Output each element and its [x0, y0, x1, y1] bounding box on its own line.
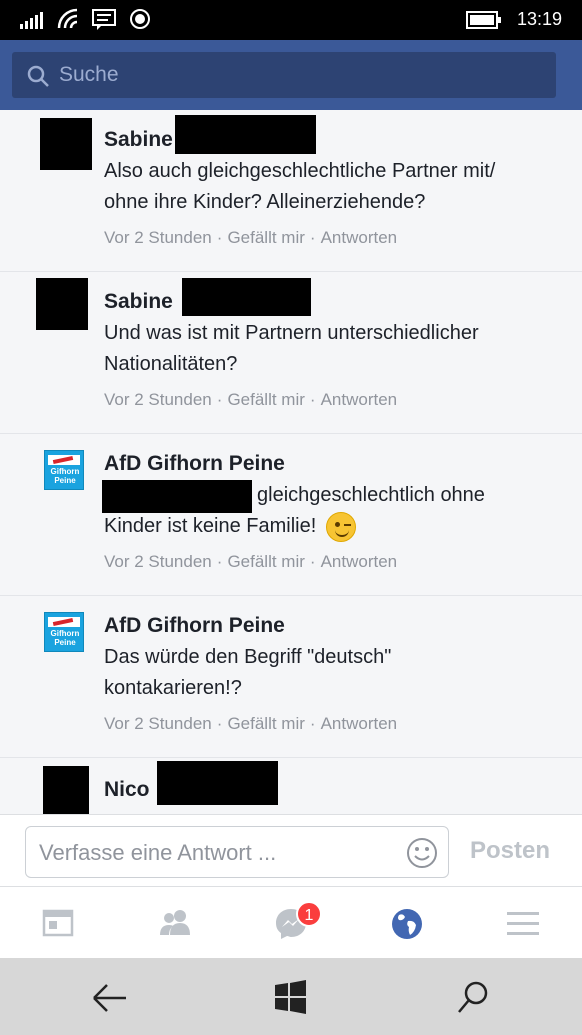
comment-meta: Vor 2 Stunden · Gefällt mir · Antworten — [104, 552, 398, 572]
windows-logo-icon — [275, 980, 306, 1014]
reply-link[interactable]: Antworten — [321, 552, 398, 572]
comment-text-line: Das würde den Begriff "deutsch" — [104, 646, 392, 668]
search-icon — [458, 981, 488, 1013]
avatar-afd-logo[interactable]: Gifhorn Peine — [44, 450, 84, 490]
smiley-icon[interactable] — [406, 837, 438, 869]
back-arrow-icon — [93, 984, 126, 1012]
back-button[interactable] — [80, 976, 140, 1020]
clock: 13:19 — [516, 9, 562, 29]
like-link[interactable]: Gefällt mir — [227, 228, 304, 248]
avatar-afd-logo[interactable]: Gifhorn Peine — [44, 612, 84, 652]
redacted-surname — [157, 761, 278, 805]
redacted-surname — [175, 115, 316, 154]
comment-meta: Vor 2 Stunden · Gefällt mir · Antworten — [104, 390, 398, 410]
post-button[interactable]: Posten — [470, 837, 550, 865]
comment-time[interactable]: Vor 2 Stunden — [104, 552, 212, 572]
comment: Sabine Und was ist mit Partnern untersch… — [0, 272, 582, 434]
tab-notifications[interactable] — [348, 887, 464, 959]
comment-text-line-wrap: Kinder ist keine Familie! — [104, 511, 564, 542]
battery-icon — [466, 11, 501, 29]
afd-logo-text: Gifhorn Peine — [50, 629, 80, 647]
comment: Gifhorn Peine AfD Gifhorn Peine Das würde… — [0, 596, 582, 758]
like-link[interactable]: Gefällt mir — [227, 714, 304, 734]
like-link[interactable]: Gefällt mir — [227, 552, 304, 572]
comment: Gifhorn Peine AfD Gifhorn Peine gleichges… — [0, 434, 582, 596]
comment-author[interactable]: Sabine — [104, 128, 173, 152]
redacted-surname — [182, 278, 311, 316]
reply-link[interactable]: Antworten — [321, 228, 398, 248]
like-link[interactable]: Gefällt mir — [227, 390, 304, 410]
reply-link[interactable]: Antworten — [321, 390, 398, 410]
comment-time[interactable]: Vor 2 Stunden — [104, 714, 212, 734]
reply-input[interactable]: Verfasse eine Antwort ... — [25, 826, 449, 878]
search-icon — [27, 65, 49, 87]
tab-menu[interactable] — [464, 887, 580, 959]
comment-list[interactable]: Sabine Also auch gleichgeschlechtliche P… — [0, 110, 582, 814]
signal-icon — [20, 12, 43, 29]
comment-time[interactable]: Vor 2 Stunden — [104, 390, 212, 410]
reply-placeholder: Verfasse eine Antwort ... — [39, 840, 277, 865]
reply-composer: Verfasse eine Antwort ... Posten — [0, 814, 582, 886]
redacted-name — [102, 480, 252, 513]
friends-icon — [160, 910, 190, 935]
system-nav-bar — [0, 958, 582, 1035]
comment-meta: Vor 2 Stunden · Gefällt mir · Antworten — [104, 714, 398, 734]
comment-text-line: Nationalitäten? — [104, 353, 238, 375]
news-feed-icon — [42, 909, 74, 937]
message-notification-icon — [92, 9, 116, 30]
tab-messenger[interactable]: 1 — [232, 887, 348, 959]
afd-logo-text: Gifhorn Peine — [50, 467, 80, 485]
comment-text-line: Und was ist mit Partnern unterschiedlich… — [104, 322, 479, 344]
comment-text-line: Also auch gleichgeschlechtliche Partner … — [104, 160, 496, 182]
avatar[interactable] — [43, 766, 89, 814]
comment-author[interactable]: AfD Gifhorn Peine — [104, 614, 285, 638]
comment-text-line: Kinder ist keine Familie! — [104, 515, 317, 537]
comment-author[interactable]: AfD Gifhorn Peine — [104, 452, 285, 476]
search-placeholder: Suche — [59, 63, 119, 86]
wifi-icon — [57, 8, 78, 29]
comment-author[interactable]: Nico — [104, 778, 150, 802]
start-button[interactable] — [261, 976, 321, 1020]
record-icon — [130, 9, 150, 29]
tab-friends[interactable] — [116, 887, 232, 959]
comment-text-line: kontakarieren!? — [104, 677, 242, 699]
comment-time[interactable]: Vor 2 Stunden — [104, 228, 212, 248]
menu-icon — [507, 912, 539, 935]
comment: Sabine Also auch gleichgeschlechtliche P… — [0, 110, 582, 272]
app-header: Suche — [0, 40, 582, 110]
comment-meta: Vor 2 Stunden · Gefällt mir · Antworten — [104, 228, 398, 248]
avatar[interactable] — [40, 118, 92, 170]
search-button[interactable] — [443, 976, 503, 1020]
globe-icon — [392, 909, 422, 939]
tab-bar: 1 — [0, 886, 582, 958]
reply-link[interactable]: Antworten — [321, 714, 398, 734]
wink-emoji-icon — [325, 511, 356, 542]
comment-author[interactable]: Sabine — [104, 290, 173, 314]
comment: Nico — [0, 758, 582, 814]
unread-badge: 1 — [296, 901, 322, 927]
avatar[interactable] — [36, 278, 88, 330]
comment-text-line: gleichgeschlechtlich ohne — [257, 484, 485, 506]
comment-text-line: ohne ihre Kinder? Alleinerziehende? — [104, 191, 426, 213]
search-input[interactable]: Suche — [12, 52, 556, 98]
tab-news-feed[interactable] — [0, 887, 116, 959]
status-bar: 13:19 — [0, 0, 582, 40]
